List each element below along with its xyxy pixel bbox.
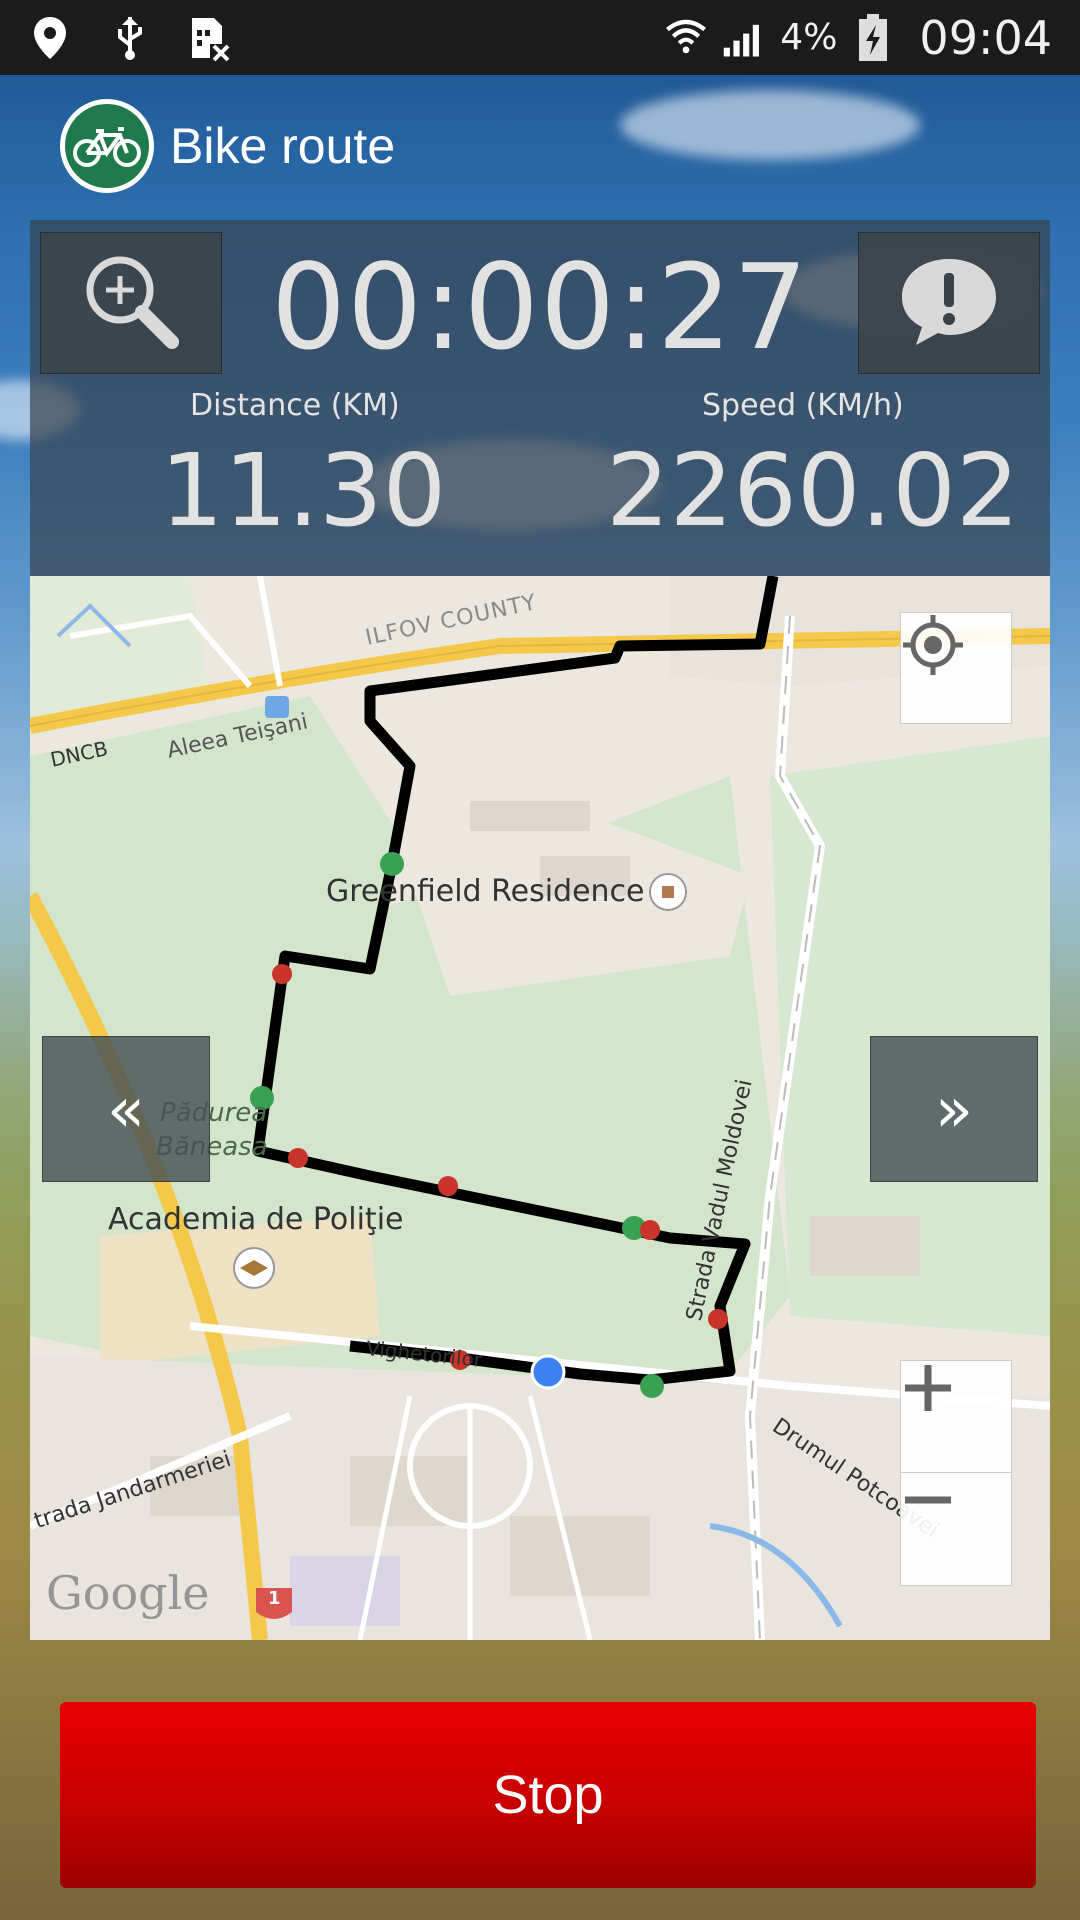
my-location-button[interactable] xyxy=(900,612,1012,724)
zoom-to-route-button[interactable] xyxy=(40,232,222,374)
route-shield-label: 1 xyxy=(268,1588,281,1609)
app-logo[interactable] xyxy=(60,99,154,193)
cloud xyxy=(620,90,920,160)
map-label-academia: Academia de Poliţie xyxy=(108,1202,404,1237)
map-label-greenfield: Greenfield Residence xyxy=(326,874,645,909)
zoom-controls xyxy=(900,1360,1012,1586)
magnifier-plus-icon xyxy=(76,246,186,361)
stop-button[interactable]: Stop xyxy=(60,1702,1036,1888)
wifi-icon xyxy=(664,14,708,62)
status-bar: 4% 09:04 xyxy=(0,0,1080,75)
bicycle-icon xyxy=(65,104,149,188)
battery-charging-icon xyxy=(851,13,895,62)
stats-panel: 00:00:27 Distance (KM) Speed (KM/h) 11.3… xyxy=(30,220,1050,576)
speed-value: 2260.02 xyxy=(606,432,1020,549)
distance-label: Distance (KM) xyxy=(190,388,400,423)
alert-bubble-icon xyxy=(894,251,1004,356)
report-button[interactable] xyxy=(858,232,1040,374)
app-title: Bike route xyxy=(170,118,396,174)
zoom-in-button[interactable] xyxy=(901,1361,1011,1473)
google-logo: Google xyxy=(46,1566,210,1620)
usb-icon xyxy=(108,14,152,62)
speed-label: Speed (KM/h) xyxy=(702,388,904,423)
map-view[interactable]: ILFOV COUNTY DNCB Aleea Teişani Greenfie… xyxy=(30,576,1050,1640)
sim-blocked-icon xyxy=(188,14,232,62)
signal-icon xyxy=(722,14,766,62)
location-icon xyxy=(28,14,72,62)
previous-button[interactable]: « xyxy=(42,1036,210,1182)
distance-value: 11.30 xyxy=(160,432,447,549)
elapsed-timer: 00:00:27 xyxy=(271,238,809,376)
app-bar: Bike route xyxy=(60,98,395,194)
battery-percent: 4% xyxy=(780,17,838,58)
zoom-out-button[interactable] xyxy=(901,1473,1011,1585)
clock: 09:04 xyxy=(919,10,1052,65)
next-button[interactable]: » xyxy=(870,1036,1038,1182)
